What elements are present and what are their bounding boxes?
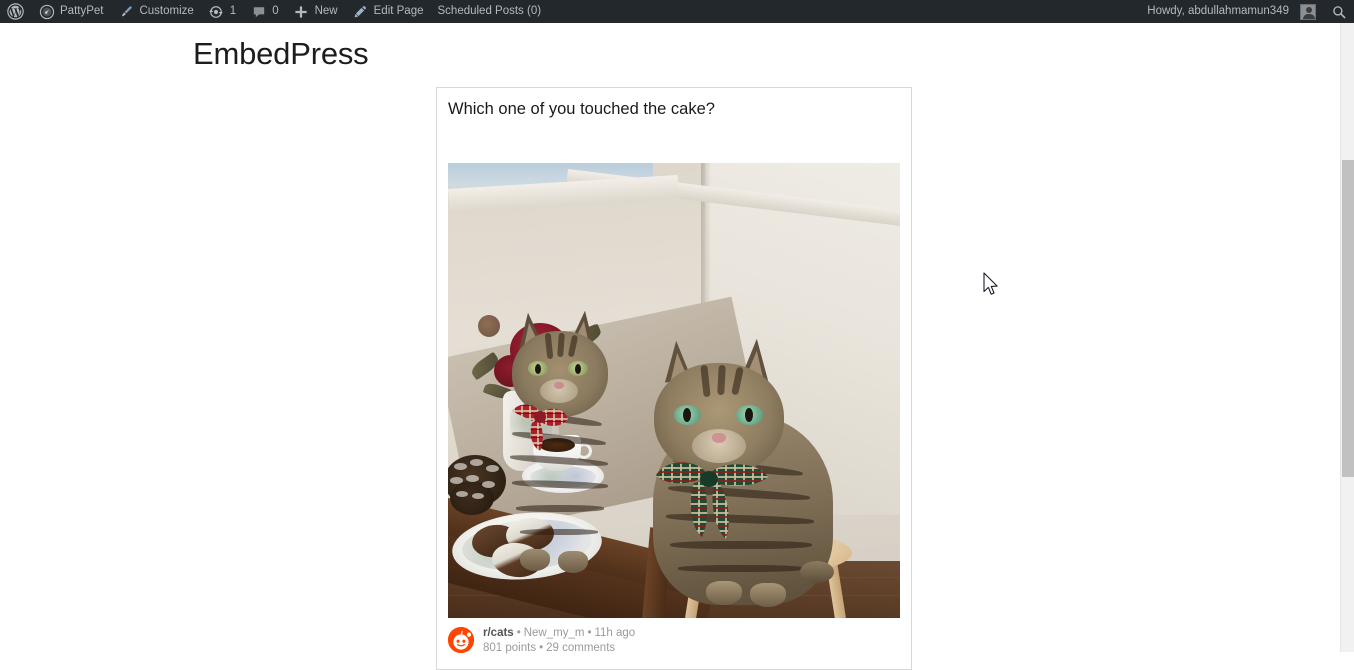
adminbar-label-scheduled-posts: Scheduled Posts (0) bbox=[437, 4, 542, 17]
reddit-embed-card[interactable]: Which one of you touched the cake? r/cat… bbox=[436, 87, 912, 670]
meta-separator-2: • bbox=[587, 627, 592, 639]
green-plaid-bow-icon bbox=[650, 455, 786, 541]
comment-icon bbox=[250, 3, 267, 20]
meta-separator-3: • bbox=[539, 642, 544, 654]
search-icon bbox=[1330, 3, 1347, 20]
adminbar-item-new-content[interactable]: New bbox=[286, 0, 345, 23]
author-link[interactable]: New_my_m bbox=[524, 627, 585, 639]
embed-meta-line-primary: r/cats • New_my_m • 11h ago bbox=[483, 627, 635, 639]
adminbar-item-customize[interactable]: Customize bbox=[110, 0, 200, 23]
embed-post-image[interactable] bbox=[448, 163, 900, 618]
adminbar-item-search[interactable] bbox=[1323, 0, 1354, 23]
adminbar-right-group: Howdy, abdullahmamun349 bbox=[1140, 0, 1354, 23]
meta-separator-1: • bbox=[516, 627, 521, 639]
wordpress-icon bbox=[7, 3, 24, 20]
embed-meta-line-secondary: 801 points • 29 comments bbox=[483, 642, 635, 654]
scrollbar-thumb[interactable] bbox=[1342, 160, 1354, 477]
embed-meta: r/cats • New_my_m • 11h ago 801 points • 29 co… bbox=[483, 626, 635, 654]
paintbrush-icon bbox=[117, 3, 134, 20]
reddit-icon bbox=[448, 627, 474, 653]
embed-post-footer: r/cats • New_my_m • 11h ago 801 points • 29 co… bbox=[448, 626, 900, 654]
adminbar-label-site-name: PattyPet bbox=[60, 4, 104, 17]
wp-admin-bar: PattyPet Customize 1 0 New Edit Page Sch… bbox=[0, 0, 1354, 23]
page-content: EmbedPress Which one of you touched the … bbox=[0, 23, 1340, 670]
mouse-cursor bbox=[983, 272, 1001, 303]
adminbar-label-customize: Customize bbox=[139, 4, 194, 17]
adminbar-item-wp-logo[interactable] bbox=[0, 0, 31, 23]
adminbar-label-comments-count: 0 bbox=[272, 4, 279, 17]
page-title: EmbedPress bbox=[193, 36, 369, 71]
subreddit-link[interactable]: r/cats bbox=[483, 627, 514, 639]
dashboard-icon bbox=[38, 3, 55, 20]
post-points: 801 points bbox=[483, 642, 537, 654]
embed-post-title: Which one of you touched the cake? bbox=[448, 100, 715, 118]
adminbar-label-updates-count: 1 bbox=[229, 4, 237, 17]
adminbar-greeting: Howdy, abdullahmamun349 bbox=[1147, 4, 1289, 17]
adminbar-item-scheduled-posts[interactable]: Scheduled Posts (0) bbox=[431, 0, 549, 23]
user-avatar bbox=[1300, 3, 1316, 20]
pencil-icon bbox=[352, 3, 369, 20]
adminbar-label-edit-page: Edit Page bbox=[373, 4, 424, 17]
update-icon bbox=[208, 3, 225, 20]
adminbar-item-edit-page[interactable]: Edit Page bbox=[345, 0, 431, 23]
adminbar-item-site-name[interactable]: PattyPet bbox=[31, 0, 110, 23]
post-age: 11h ago bbox=[594, 627, 636, 639]
adminbar-item-updates[interactable]: 1 bbox=[201, 0, 243, 23]
adminbar-item-comments[interactable]: 0 bbox=[243, 0, 285, 23]
post-comments[interactable]: 29 comments bbox=[546, 642, 615, 654]
cats-photo bbox=[448, 163, 900, 618]
adminbar-label-new-content: New bbox=[314, 4, 338, 17]
vertical-scrollbar[interactable] bbox=[1340, 23, 1354, 652]
adminbar-item-my-account[interactable]: Howdy, abdullahmamun349 bbox=[1140, 0, 1323, 23]
red-plaid-bow-icon bbox=[510, 399, 582, 453]
plus-icon bbox=[293, 3, 310, 20]
